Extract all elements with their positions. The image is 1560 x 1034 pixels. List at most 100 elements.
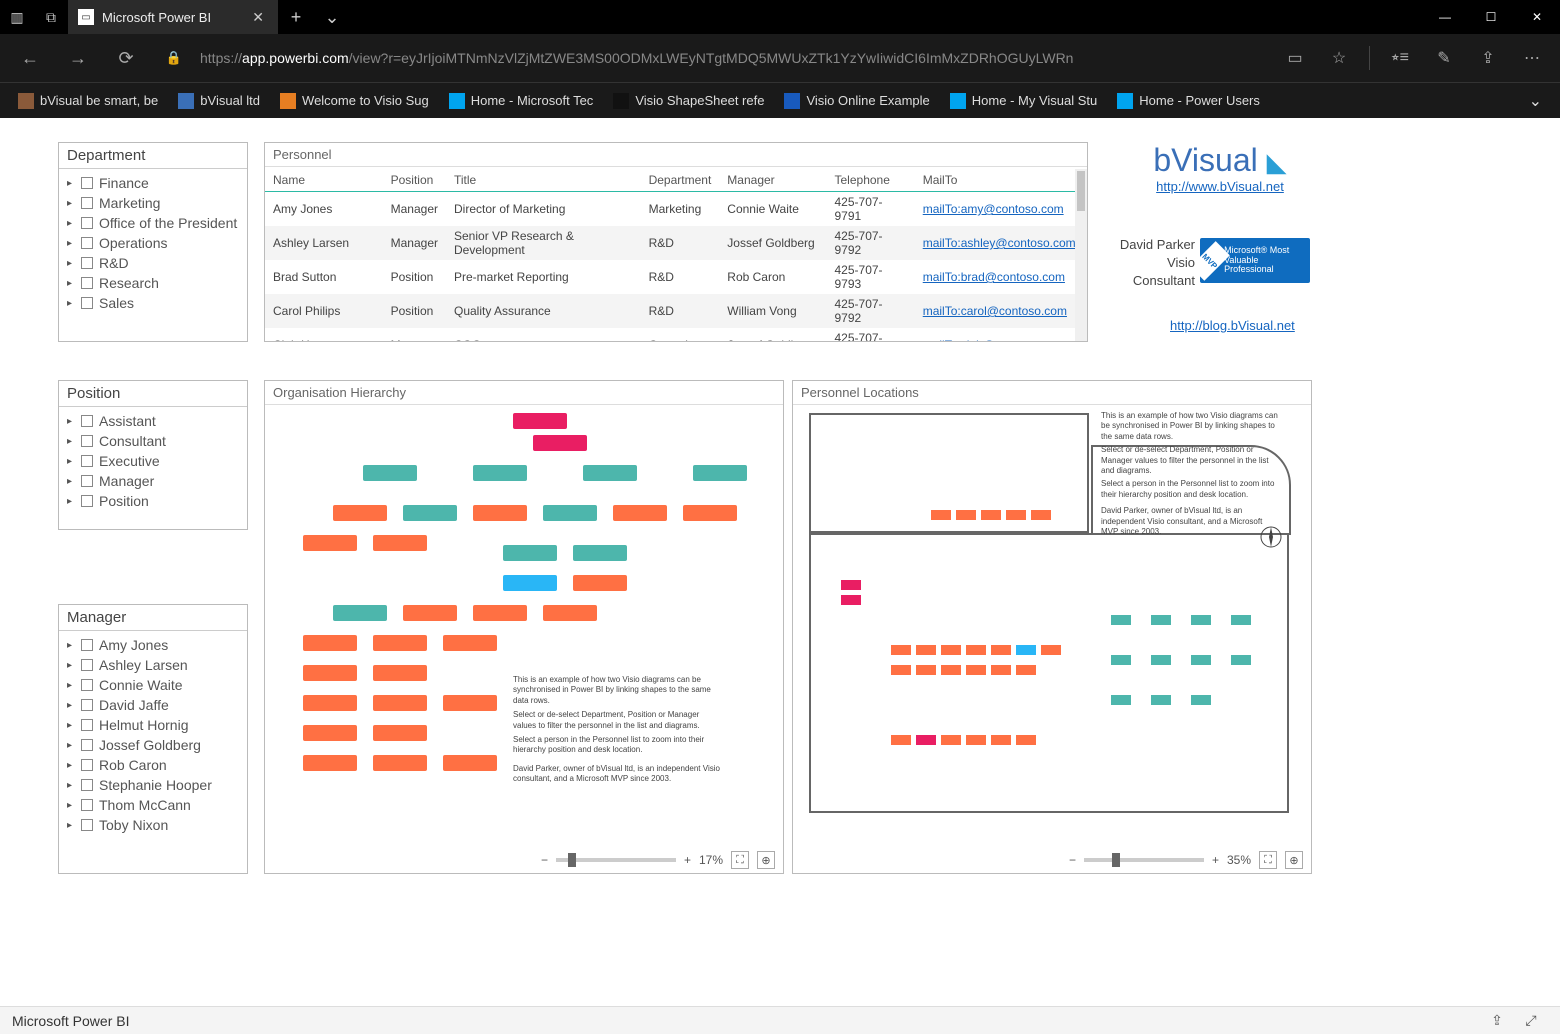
back-button[interactable]: ← <box>8 38 52 78</box>
share-button[interactable]: ⇪ <box>1468 38 1508 78</box>
slicer-item[interactable]: ▸Manager <box>59 471 247 491</box>
checkbox[interactable] <box>81 297 93 309</box>
slicer-item[interactable]: ▸Sales <box>59 293 247 313</box>
slicer-manager[interactable]: Manager ▸Amy Jones▸Ashley Larsen▸Connie … <box>58 604 248 874</box>
maximize-button[interactable]: ☐ <box>1468 0 1514 34</box>
table-row[interactable]: Brad SuttonPositionPre-market ReportingR… <box>265 260 1087 294</box>
close-window-button[interactable]: ✕ <box>1514 0 1560 34</box>
column-header[interactable]: MailTo <box>915 169 1087 192</box>
favorite-link[interactable]: Visio ShapeSheet refe <box>603 83 774 118</box>
zoom-out-button[interactable]: − <box>1069 853 1076 867</box>
slicer-department[interactable]: Department ▸Finance▸Marketing▸Office of … <box>58 142 248 342</box>
visio-diagram-org[interactable]: This is an example of how two Visio diag… <box>273 405 775 841</box>
favorites-list-button[interactable]: ⭒≡ <box>1380 38 1420 78</box>
slicer-item[interactable]: ▸Research <box>59 273 247 293</box>
checkbox[interactable] <box>81 197 93 209</box>
slicer-item[interactable]: ▸Rob Caron <box>59 755 247 775</box>
slicer-item[interactable]: ▸Executive <box>59 451 247 471</box>
share-report-button[interactable]: ⇪ <box>1480 1012 1514 1029</box>
checkbox[interactable] <box>81 435 93 447</box>
checkbox[interactable] <box>81 415 93 427</box>
close-tab-icon[interactable]: ✕ <box>248 9 268 26</box>
checkbox[interactable] <box>81 799 93 811</box>
pan-button[interactable]: ⊕ <box>1285 851 1303 869</box>
zoom-out-button[interactable]: − <box>541 853 548 867</box>
favorite-link[interactable]: Home - My Visual Stu <box>940 83 1107 118</box>
favorite-link[interactable]: Welcome to Visio Sug <box>270 83 439 118</box>
notes-button[interactable]: ✎ <box>1424 38 1464 78</box>
slicer-item[interactable]: ▸Toby Nixon <box>59 815 247 835</box>
column-header[interactable]: Name <box>265 169 383 192</box>
slicer-item[interactable]: ▸Amy Jones <box>59 635 247 655</box>
column-header[interactable]: Position <box>383 169 446 192</box>
tab-actions-button[interactable]: ▥ <box>0 0 34 34</box>
fullscreen-button[interactable]: ⤢ <box>1514 1012 1548 1029</box>
slicer-item[interactable]: ▸Operations <box>59 233 247 253</box>
reading-view-button[interactable]: ▭ <box>1275 38 1315 78</box>
browser-tab[interactable]: ▭ Microsoft Power BI ✕ <box>68 0 278 34</box>
cell-mailto-link[interactable]: mailTo:amy@contoso.com <box>923 202 1064 216</box>
slicer-item[interactable]: ▸Marketing <box>59 193 247 213</box>
checkbox[interactable] <box>81 819 93 831</box>
slicer-item[interactable]: ▸Finance <box>59 173 247 193</box>
column-header[interactable]: Department <box>641 169 720 192</box>
slicer-item[interactable]: ▸Thom McCann <box>59 795 247 815</box>
slicer-item[interactable]: ▸David Jaffe <box>59 695 247 715</box>
slicer-item[interactable]: ▸Ashley Larsen <box>59 655 247 675</box>
slicer-position[interactable]: Position ▸Assistant▸Consultant▸Executive… <box>58 380 248 530</box>
visio-diagram-floorplan[interactable]: This is an example of how two Visio diag… <box>801 405 1303 841</box>
checkbox[interactable] <box>81 177 93 189</box>
slicer-item[interactable]: ▸Assistant <box>59 411 247 431</box>
favorite-link[interactable]: bVisual be smart, be <box>8 83 168 118</box>
favorite-link[interactable]: Home - Power Users <box>1107 83 1270 118</box>
checkbox[interactable] <box>81 659 93 671</box>
checkbox[interactable] <box>81 759 93 771</box>
favorite-button[interactable]: ☆ <box>1319 38 1359 78</box>
zoom-in-button[interactable]: + <box>684 853 691 867</box>
favorite-link[interactable]: Home - Microsoft Tec <box>439 83 604 118</box>
new-tab-button[interactable]: + <box>278 0 314 34</box>
table-row[interactable]: Carol PhilipsPositionQuality AssuranceR&… <box>265 294 1087 328</box>
cell-mailto-link[interactable]: mailTo:ashley@contoso.com <box>923 236 1076 250</box>
checkbox[interactable] <box>81 639 93 651</box>
minimize-button[interactable]: — <box>1422 0 1468 34</box>
personnel-table[interactable]: NamePositionTitleDepartmentManagerTeleph… <box>265 169 1087 341</box>
cell-mailto-link[interactable]: mailTo:clair@contoso.com <box>923 338 1063 341</box>
column-header[interactable]: Telephone <box>827 169 915 192</box>
forward-button[interactable]: → <box>56 38 100 78</box>
url-field[interactable]: https://app.powerbi.com/view?r=eyJrIjoiM… <box>200 50 1271 66</box>
table-row[interactable]: Amy JonesManagerDirector of MarketingMar… <box>265 192 1087 227</box>
checkbox[interactable] <box>81 719 93 731</box>
slicer-item[interactable]: ▸Position <box>59 491 247 511</box>
zoom-slider[interactable] <box>556 858 676 862</box>
tab-dropdown-button[interactable]: ⌄ <box>314 0 350 34</box>
slicer-item[interactable]: ▸Consultant <box>59 431 247 451</box>
cell-mailto-link[interactable]: mailTo:carol@contoso.com <box>923 304 1067 318</box>
favorites-overflow-button[interactable]: ⌄ <box>1519 83 1552 118</box>
tab-preview-button[interactable]: ⧉ <box>34 0 68 34</box>
slicer-item[interactable]: ▸Helmut Hornig <box>59 715 247 735</box>
checkbox[interactable] <box>81 475 93 487</box>
blog-link[interactable]: http://blog.bVisual.net <box>1170 318 1295 333</box>
column-header[interactable]: Title <box>446 169 641 192</box>
brand-site-link[interactable]: http://www.bVisual.net <box>1130 179 1310 194</box>
checkbox[interactable] <box>81 779 93 791</box>
fit-page-button[interactable]: ⛶ <box>731 851 749 869</box>
refresh-button[interactable]: ⟳ <box>104 38 148 78</box>
slicer-item[interactable]: ▸Office of the President <box>59 213 247 233</box>
favorite-link[interactable]: bVisual ltd <box>168 83 270 118</box>
checkbox[interactable] <box>81 455 93 467</box>
slicer-item[interactable]: ▸R&D <box>59 253 247 273</box>
favorite-link[interactable]: Visio Online Example <box>774 83 939 118</box>
checkbox[interactable] <box>81 217 93 229</box>
pan-button[interactable]: ⊕ <box>757 851 775 869</box>
checkbox[interactable] <box>81 237 93 249</box>
cell-mailto-link[interactable]: mailTo:brad@contoso.com <box>923 270 1065 284</box>
checkbox[interactable] <box>81 257 93 269</box>
checkbox[interactable] <box>81 679 93 691</box>
checkbox[interactable] <box>81 277 93 289</box>
zoom-slider[interactable] <box>1084 858 1204 862</box>
table-row[interactable]: Clair HectorManagerCOOOperationsJossef G… <box>265 328 1087 341</box>
slicer-item[interactable]: ▸Jossef Goldberg <box>59 735 247 755</box>
column-header[interactable]: Manager <box>719 169 826 192</box>
